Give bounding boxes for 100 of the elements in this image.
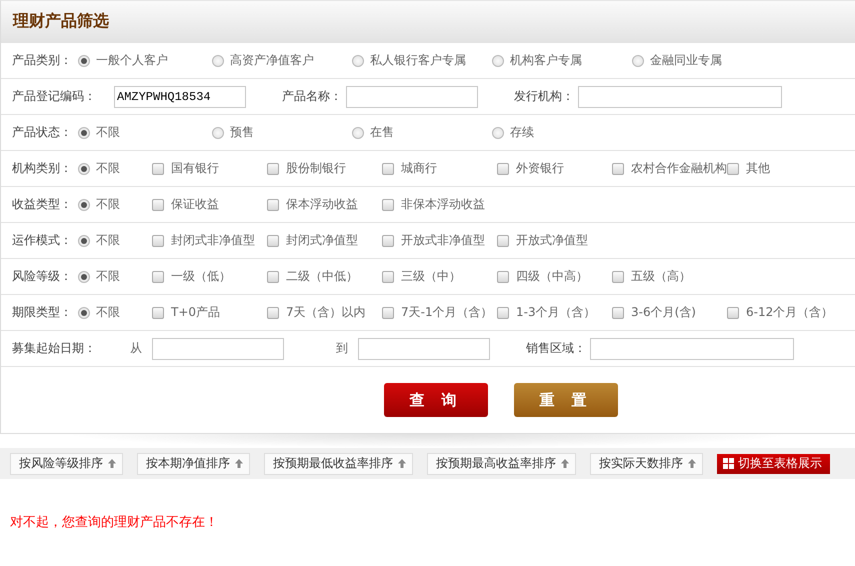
input-field[interactable] (590, 338, 794, 360)
option-label: 国有银行 (171, 160, 219, 177)
option-label: 外资银行 (516, 160, 564, 177)
option-label: 其他 (746, 160, 770, 177)
field-label: 产品名称： (282, 88, 342, 105)
radio-button[interactable] (352, 126, 364, 138)
checkbox[interactable] (497, 162, 509, 174)
input-field[interactable] (152, 338, 284, 360)
sort-button[interactable]: 按风险等级排序 (10, 452, 123, 474)
option-label: 不限 (96, 124, 120, 141)
input-field[interactable] (346, 86, 478, 108)
reset-button[interactable]: 重 置 (514, 383, 618, 417)
radio-button[interactable] (78, 306, 90, 318)
input-field[interactable]: AMZYPWHQ18534 (114, 86, 246, 108)
option-label: 保证收益 (171, 196, 219, 213)
input-field[interactable] (358, 338, 490, 360)
checkbox[interactable] (727, 162, 739, 174)
radio-button[interactable] (78, 162, 90, 174)
checkbox[interactable] (152, 234, 164, 246)
option-label: 非保本浮动收益 (401, 196, 485, 213)
panel-title: 理财产品筛选 (13, 11, 109, 32)
sort-button[interactable]: 按本期净值排序 (137, 452, 250, 474)
option-label: 私人银行客户专属 (370, 52, 466, 69)
filter-label: 期限类型： (12, 304, 73, 321)
up-arrow-icon (561, 459, 569, 468)
checkbox[interactable] (382, 162, 394, 174)
option-label: 五级（高） (631, 268, 691, 285)
checkbox[interactable] (267, 306, 279, 318)
option-label: 开放式非净值型 (401, 232, 485, 249)
checkbox[interactable] (382, 306, 394, 318)
input-field[interactable] (578, 86, 782, 108)
option-label: 三级（中） (401, 268, 461, 285)
checkbox[interactable] (382, 270, 394, 282)
checkbox[interactable] (727, 306, 739, 318)
checkbox[interactable] (382, 198, 394, 210)
radio-button[interactable] (78, 234, 90, 246)
checkbox[interactable] (267, 270, 279, 282)
checkbox[interactable] (152, 306, 164, 318)
checkbox[interactable] (267, 198, 279, 210)
checkbox[interactable] (382, 234, 394, 246)
filter-label: 风险等级： (12, 268, 73, 285)
checkbox[interactable] (152, 270, 164, 282)
radio-button[interactable] (352, 54, 364, 66)
checkbox[interactable] (612, 306, 624, 318)
option-label: 农村合作金融机构 (631, 160, 727, 177)
option-label: 预售 (230, 124, 254, 141)
filter-label: 产品类别： (12, 52, 73, 69)
option-label: 不限 (96, 268, 120, 285)
option-label: 高资产净值客户 (230, 52, 314, 69)
error-message: 对不起，您查询的理财产品不存在！ (10, 514, 219, 531)
checkbox[interactable] (497, 270, 509, 282)
option-label: 二级（中低） (286, 268, 358, 285)
option-label: 一般个人客户 (96, 52, 168, 69)
grid-icon (723, 458, 734, 469)
checkbox[interactable] (497, 234, 509, 246)
option-label: 一级（低） (171, 268, 231, 285)
filter-label: 募集起始日期： (12, 340, 96, 357)
radio-button[interactable] (212, 54, 224, 66)
field-label: 发行机构： (514, 88, 574, 105)
option-label: 机构客户专属 (510, 52, 582, 69)
filter-label: 机构类别： (12, 160, 73, 177)
sort-button[interactable]: 按预期最高收益率排序 (427, 452, 576, 474)
radio-button[interactable] (78, 198, 90, 210)
option-label: 在售 (370, 124, 394, 141)
checkbox[interactable] (612, 270, 624, 282)
radio-button[interactable] (78, 270, 90, 282)
radio-button[interactable] (492, 126, 504, 138)
filter-label: 运作模式： (12, 232, 73, 249)
checkbox[interactable] (267, 162, 279, 174)
checkbox[interactable] (612, 162, 624, 174)
sort-button[interactable]: 按预期最低收益率排序 (264, 452, 413, 474)
switch-view-button[interactable]: 切换至表格展示 (717, 454, 830, 474)
checkbox[interactable] (152, 198, 164, 210)
option-label: 封闭式非净值型 (171, 232, 255, 249)
option-label: 保本浮动收益 (286, 196, 358, 213)
filter-label: 产品状态： (12, 124, 73, 141)
option-label: 开放式净值型 (516, 232, 588, 249)
sort-button[interactable]: 按实际天数排序 (590, 452, 703, 474)
option-label: 7天-1个月（含） (401, 304, 493, 321)
radio-button[interactable] (632, 54, 644, 66)
checkbox[interactable] (267, 234, 279, 246)
option-label: 四级（中高） (516, 268, 588, 285)
date-label: 到 (336, 340, 348, 357)
checkbox[interactable] (497, 306, 509, 318)
option-label: 不限 (96, 232, 120, 249)
radio-button[interactable] (492, 54, 504, 66)
date-label: 从 (130, 340, 142, 357)
option-label: 6-12个月（含） (746, 304, 834, 321)
radio-button[interactable] (78, 126, 90, 138)
option-label: 不限 (96, 196, 120, 213)
option-label: 股份制银行 (286, 160, 346, 177)
radio-button[interactable] (212, 126, 224, 138)
radio-button[interactable] (78, 54, 90, 66)
option-label: 7天（含）以内 (286, 304, 366, 321)
up-arrow-icon (235, 459, 243, 468)
option-label: 封闭式净值型 (286, 232, 358, 249)
up-arrow-icon (688, 459, 696, 468)
up-arrow-icon (398, 459, 406, 468)
search-button[interactable]: 查 询 (384, 383, 488, 417)
checkbox[interactable] (152, 162, 164, 174)
